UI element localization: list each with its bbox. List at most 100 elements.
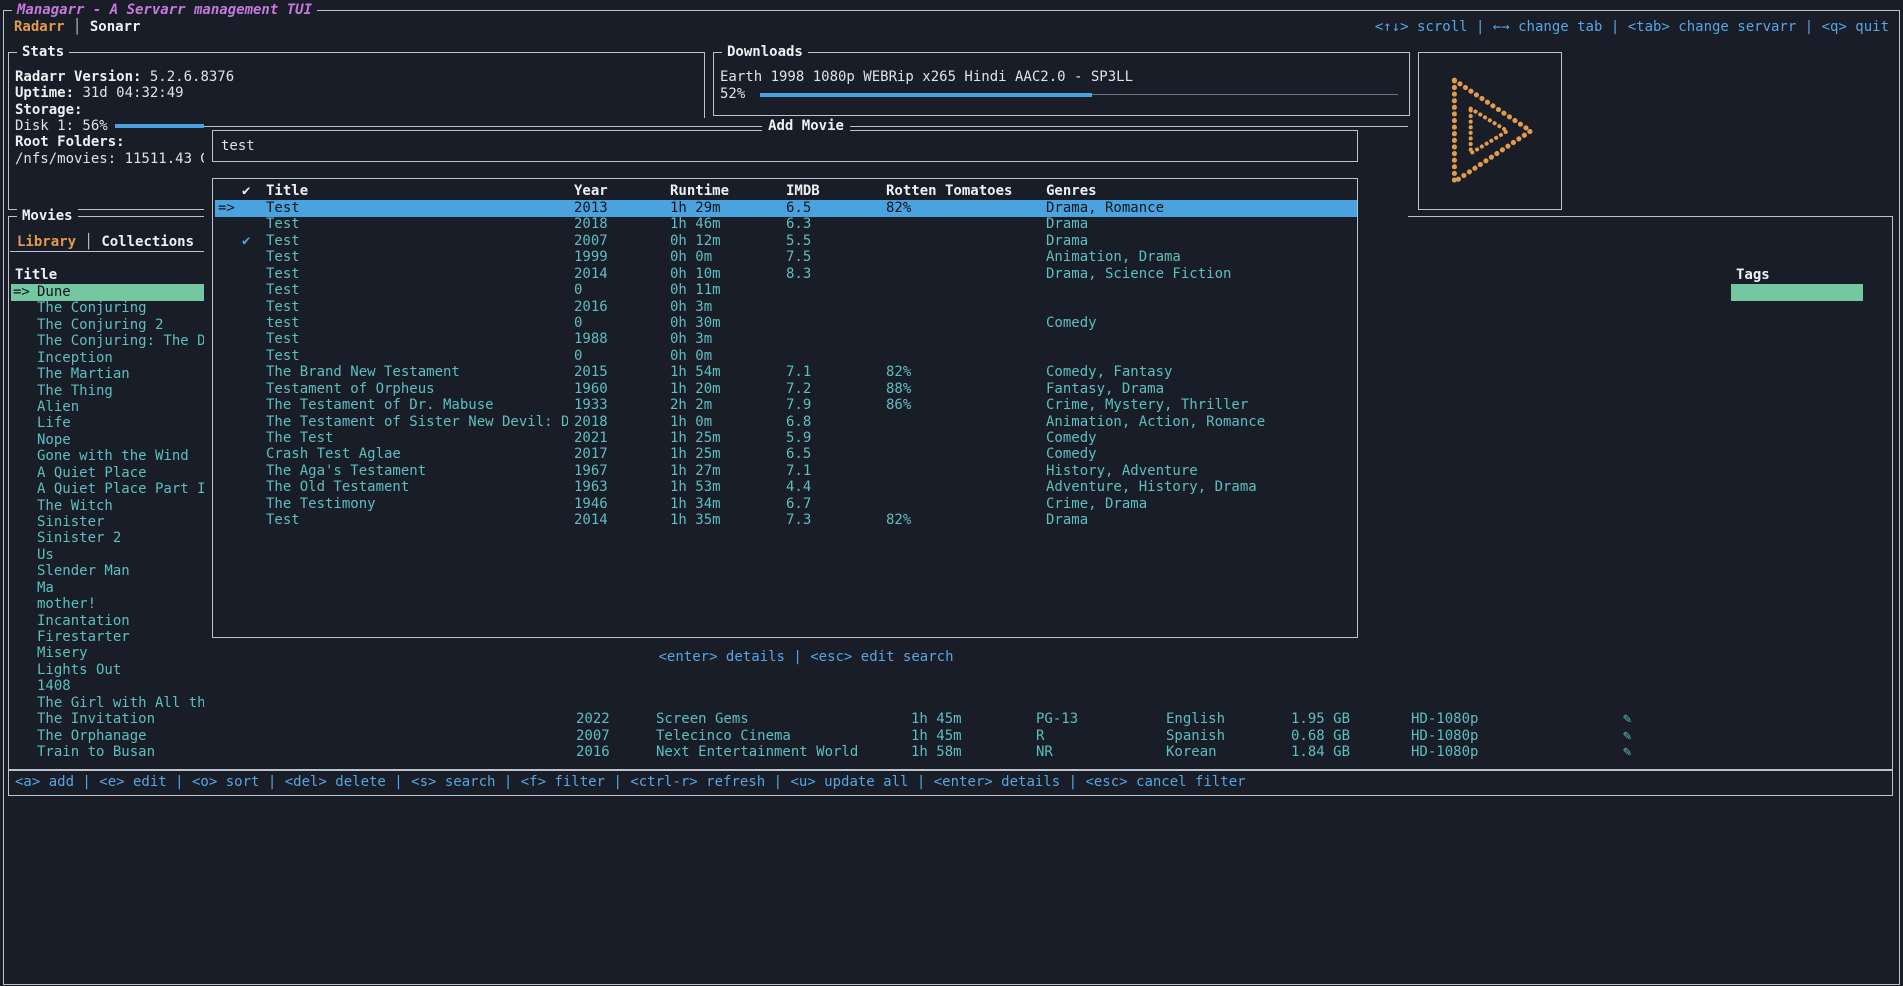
cell-genres: Comedy	[1046, 430, 1097, 447]
library-row: 2007Telecinco Cinema1h 45mRSpanish0.68 G…	[9, 728, 1892, 745]
cell-imdb: 7.1	[786, 463, 811, 480]
result-row[interactable]: Test20181h 46m6.3Drama	[215, 216, 1357, 233]
cell-genres: Comedy, Fantasy	[1046, 364, 1172, 381]
cell-title: Test	[266, 266, 568, 283]
cell-title: Test	[266, 331, 568, 348]
uptime-row: Uptime: 31d 04:32:49	[15, 85, 184, 102]
cell-year: 2018	[574, 216, 608, 233]
result-row[interactable]: Crash Test Aglae20171h 25m6.5Comedy	[215, 446, 1357, 463]
cell-title: Test	[266, 299, 568, 316]
cell-runtime: 0h 10m	[670, 266, 721, 283]
keybindings-bar: <a> add | <e> edit | <o> sort | <del> de…	[8, 770, 1893, 796]
cell-runtime: 1h 0m	[670, 414, 712, 431]
cell-certification: PG-13	[1036, 711, 1078, 728]
result-row[interactable]: Test19990h 0m7.5Animation, Drama	[215, 249, 1357, 266]
cell-genres: Animation, Action, Romance	[1046, 414, 1265, 431]
cell-genres: Fantasy, Drama	[1046, 381, 1164, 398]
cell-year: 2007	[576, 728, 610, 745]
cell-runtime: 1h 35m	[670, 512, 721, 529]
result-row[interactable]: Test00h 11m	[215, 282, 1357, 299]
cell-runtime: 0h 3m	[670, 299, 712, 316]
cell-quality: HD-1080p	[1411, 728, 1478, 745]
result-row[interactable]: The Brand New Testament20151h 54m7.182%C…	[215, 364, 1357, 381]
cell-title: The Aga's Testament	[266, 463, 568, 480]
downloads-gauge-track	[1092, 94, 1398, 95]
cell-year: 1988	[574, 331, 608, 348]
cell-runtime: 0h 0m	[670, 348, 712, 365]
cell-genres: Drama, Science Fiction	[1046, 266, 1231, 283]
version-value: 5.2.6.8376	[141, 69, 234, 85]
add-movie-rows: =>Test20131h 29m6.582%Drama, RomanceTest…	[213, 179, 1357, 637]
cell-quality: HD-1080p	[1411, 744, 1478, 761]
download-percent: 52%	[720, 86, 745, 103]
cell-year: 0	[574, 315, 582, 332]
cell-runtime: 1h 27m	[670, 463, 721, 480]
result-row[interactable]: Test 2016 0h 3m	[215, 299, 1357, 316]
result-row[interactable]: test00h 30mComedy	[215, 315, 1357, 332]
cell-imdb: 7.9	[786, 397, 811, 414]
cell-imdb: 7.3	[786, 512, 811, 529]
tab-sonarr[interactable]: Sonarr	[90, 19, 141, 35]
cell-runtime: 0h 30m	[670, 315, 721, 332]
cell-rt: 82%	[886, 512, 911, 529]
cell-year: 2016	[574, 299, 608, 316]
result-row[interactable]: The Test20211h 25m5.9Comedy	[215, 430, 1357, 447]
app-title: Managarr - A Servarr management TUI	[12, 2, 317, 18]
downloads-title: Downloads	[722, 44, 808, 61]
downloads-gauge-fill	[760, 93, 1092, 97]
cell-imdb: 4.4	[786, 479, 811, 496]
cell-imdb: 7.2	[786, 381, 811, 398]
version-row: Radarr Version: 5.2.6.8376	[15, 69, 234, 86]
add-movie-help: <enter> details | <esc> edit search	[658, 649, 953, 665]
cell-runtime: 1h 25m	[670, 430, 721, 447]
cell-year: 2017	[574, 446, 608, 463]
result-row[interactable]: The Testimony19461h 34m6.7Crime, Drama	[215, 496, 1357, 513]
cell-certification: R	[1036, 728, 1044, 745]
cell-runtime: 1h 45m	[911, 711, 962, 728]
cell-language: Spanish	[1166, 728, 1225, 745]
cell-genres: History, Adventure	[1046, 463, 1198, 480]
result-row[interactable]: ✔Test20070h 12m5.5Drama	[215, 233, 1357, 250]
cell-runtime: 2h 2m	[670, 397, 712, 414]
global-keybindings: <↑↓> scroll | ←→ change tab | <tab> chan…	[1375, 19, 1889, 36]
storage-label: Storage:	[15, 102, 82, 119]
cell-rt: 88%	[886, 381, 911, 398]
cell-title: The Test	[266, 430, 568, 447]
result-row[interactable]: The Aga's Testament19671h 27m7.1History,…	[215, 463, 1357, 480]
result-row[interactable]: Test20140h 10m8.3Drama, Science Fiction	[215, 266, 1357, 283]
result-row[interactable]: The Testament of Sister New Devil: Depar…	[215, 414, 1357, 431]
cell-studio: Telecinco Cinema	[656, 728, 791, 745]
root-folder-value: /nfs/movies: 11511.43 GB	[15, 151, 217, 168]
cell-size: 0.68 GB	[1291, 728, 1350, 745]
managarr-screen: Managarr - A Servarr management TUI Rada…	[0, 0, 1903, 986]
cell-year: 2018	[574, 414, 608, 431]
cell-year: 2014	[574, 512, 608, 529]
bottom-keybindings: <a> add | <e> edit | <o> sort | <del> de…	[15, 774, 1246, 791]
cell-runtime: 1h 58m	[911, 744, 962, 761]
cell-title: The Testimony	[266, 496, 568, 513]
cell-runtime: 1h 53m	[670, 479, 721, 496]
result-row[interactable]: Test20141h 35m7.382%Drama	[215, 512, 1357, 529]
cell-language: Korean	[1166, 744, 1217, 761]
cell-year: 1946	[574, 496, 608, 513]
cell-title: Test	[266, 200, 568, 217]
tab-radarr[interactable]: Radarr	[14, 19, 65, 35]
cell-imdb: 6.3	[786, 216, 811, 233]
result-row[interactable]: =>Test20131h 29m6.582%Drama, Romance	[215, 200, 1357, 217]
cell-title: Testament of Orpheus	[266, 381, 568, 398]
result-row[interactable]: Testament of Orpheus19601h 20m7.288%Fant…	[215, 381, 1357, 398]
tab-separator: │	[65, 19, 90, 35]
result-row[interactable]: The Old Testament19631h 53m4.4Adventure,…	[215, 479, 1357, 496]
result-row[interactable]: The Testament of Dr. Mabuse19332h 2m7.98…	[215, 397, 1357, 414]
result-row[interactable]: Test00h 0m	[215, 348, 1357, 365]
managarr-logo-icon	[1434, 70, 1546, 192]
cell-quality: HD-1080p	[1411, 711, 1478, 728]
add-movie-popup: Add Movie test ✔ Title Year Runtime IMDB…	[204, 118, 1408, 710]
version-label: Radarr Version:	[15, 69, 141, 85]
add-movie-title: Add Movie	[762, 118, 850, 135]
cell-title: Test	[266, 233, 568, 250]
result-row[interactable]: Test19880h 3m	[215, 331, 1357, 348]
cell-year: 2021	[574, 430, 608, 447]
library-row: 2016Next Entertainment World1h 58mNRKore…	[9, 744, 1892, 761]
cell-size: 1.84 GB	[1291, 744, 1350, 761]
